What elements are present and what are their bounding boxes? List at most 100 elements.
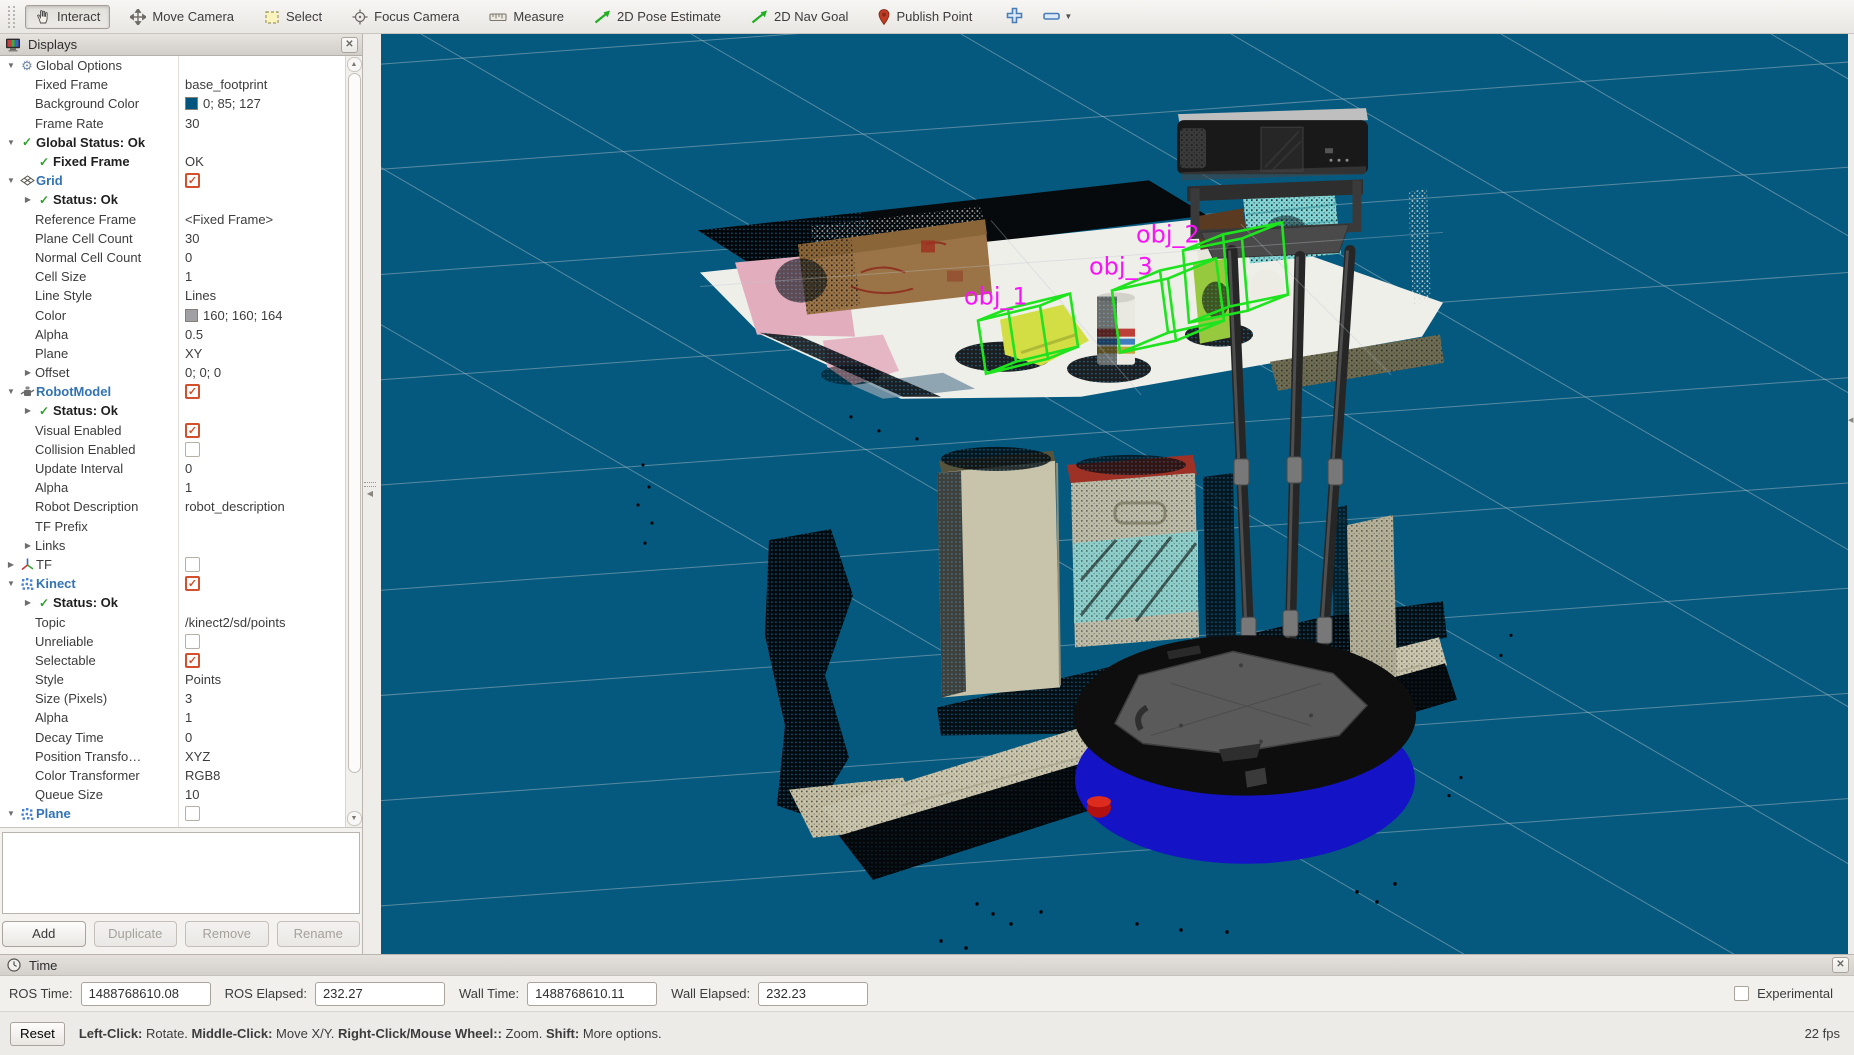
color-swatch[interactable] bbox=[185, 97, 198, 110]
time-panel-titlebar[interactable]: Time ✕ bbox=[0, 955, 1854, 976]
property-row-robotmodel[interactable]: ▼RobotModel✓ bbox=[0, 382, 345, 401]
rename-button[interactable]: Rename bbox=[277, 921, 361, 947]
property-row-reference-frame[interactable]: Reference Frame<Fixed Frame> bbox=[0, 210, 345, 229]
tool-interact[interactable]: Interact bbox=[25, 5, 110, 29]
experimental-checkbox[interactable] bbox=[1734, 986, 1749, 1001]
property-row-kinect[interactable]: ▼Kinect✓ bbox=[0, 574, 345, 593]
property-value[interactable]: 0.5 bbox=[185, 327, 203, 342]
remove-button[interactable]: Remove bbox=[185, 921, 269, 947]
panel-splitter[interactable]: ◀ bbox=[363, 34, 381, 954]
property-value[interactable]: 1 bbox=[185, 480, 192, 495]
tool-measure[interactable]: Measure bbox=[479, 5, 574, 28]
property-row-decay-time[interactable]: Decay Time0 bbox=[0, 728, 345, 747]
tool-publish-point[interactable]: Publish Point bbox=[868, 5, 982, 29]
expander-icon[interactable]: ▼ bbox=[4, 176, 18, 185]
tool-2d-pose-estimate[interactable]: 2D Pose Estimate bbox=[584, 5, 731, 28]
close-icon[interactable]: ✕ bbox=[1832, 957, 1849, 973]
property-row-line-style[interactable]: Line StyleLines bbox=[0, 286, 345, 305]
property-value[interactable]: 0 bbox=[185, 730, 192, 745]
property-row-background-color[interactable]: Background Color0; 85; 127 bbox=[0, 94, 345, 113]
enable-checkbox[interactable] bbox=[185, 557, 200, 572]
property-value[interactable]: 0; 85; 127 bbox=[203, 96, 261, 111]
scroll-down-icon[interactable]: ▼ bbox=[347, 811, 362, 826]
expander-icon[interactable]: ▶ bbox=[21, 368, 35, 377]
property-row-update-interval[interactable]: Update Interval0 bbox=[0, 459, 345, 478]
expander-icon[interactable]: ▶ bbox=[21, 406, 35, 415]
displays-panel-titlebar[interactable]: Displays ✕ bbox=[0, 34, 362, 56]
property-row-offset[interactable]: ▶Offset0; 0; 0 bbox=[0, 363, 345, 382]
property-row-tf-prefix[interactable]: TF Prefix bbox=[0, 517, 345, 536]
tool-select[interactable]: Select bbox=[254, 5, 332, 29]
property-row-queue-size[interactable]: Queue Size10 bbox=[0, 785, 345, 804]
property-row-status-ok[interactable]: ▶✓Status: Ok bbox=[0, 593, 345, 612]
property-value[interactable]: XY bbox=[185, 346, 202, 361]
property-value[interactable]: XYZ bbox=[185, 749, 210, 764]
toolbar-drag-handle[interactable] bbox=[8, 6, 15, 28]
property-value[interactable]: 3 bbox=[185, 691, 192, 706]
property-value[interactable]: <Fixed Frame> bbox=[185, 212, 273, 227]
property-row-plane-cell-count[interactable]: Plane Cell Count30 bbox=[0, 229, 345, 248]
property-row-alpha[interactable]: Alpha1 bbox=[0, 708, 345, 727]
tool-2d-nav-goal[interactable]: 2D Nav Goal bbox=[741, 5, 858, 28]
property-value[interactable]: 30 bbox=[185, 116, 199, 131]
property-row-status-ok[interactable]: ▶✓Status: Ok bbox=[0, 401, 345, 420]
property-row-color-transformer[interactable]: Color TransformerRGB8 bbox=[0, 766, 345, 785]
property-row-topic[interactable]: Topic/kinect2/sd/points bbox=[0, 612, 345, 631]
ros-elapsed-input[interactable] bbox=[315, 982, 445, 1006]
enable-checkbox[interactable]: ✓ bbox=[185, 576, 200, 591]
property-row-alpha[interactable]: Alpha1 bbox=[0, 478, 345, 497]
property-value[interactable]: 1 bbox=[185, 710, 192, 725]
ros-time-input[interactable] bbox=[81, 982, 211, 1006]
property-value[interactable]: RGB8 bbox=[185, 768, 220, 783]
property-row-fixed-frame[interactable]: ✓Fixed FrameOK bbox=[0, 152, 345, 171]
property-row-plane[interactable]: ▼Plane bbox=[0, 804, 345, 823]
property-value[interactable]: 10 bbox=[185, 787, 199, 802]
expander-icon[interactable]: ▶ bbox=[21, 195, 35, 204]
expander-icon[interactable]: ▼ bbox=[4, 579, 18, 588]
property-value[interactable]: 0 bbox=[185, 461, 192, 476]
property-row-plane[interactable]: PlaneXY bbox=[0, 344, 345, 363]
property-row-visual-enabled[interactable]: Visual Enabled✓ bbox=[0, 421, 345, 440]
expander-icon[interactable]: ▼ bbox=[4, 387, 18, 396]
property-value[interactable]: 0; 0; 0 bbox=[185, 365, 221, 380]
property-row-selectable[interactable]: Selectable✓ bbox=[0, 651, 345, 670]
property-row-position-transfo[interactable]: Position Transfo…XYZ bbox=[0, 747, 345, 766]
enable-checkbox[interactable] bbox=[185, 806, 200, 821]
remove-tool-button[interactable]: ▼ bbox=[1037, 6, 1078, 27]
property-row-collision-enabled[interactable]: Collision Enabled bbox=[0, 440, 345, 459]
property-row-size-pixels[interactable]: Size (Pixels)3 bbox=[0, 689, 345, 708]
property-row-robot-description[interactable]: Robot Descriptionrobot_description bbox=[0, 497, 345, 516]
property-row-links[interactable]: ▶Links bbox=[0, 536, 345, 555]
property-row-grid[interactable]: ▼Grid✓ bbox=[0, 171, 345, 190]
scroll-up-icon[interactable]: ▲ bbox=[347, 57, 362, 72]
property-value[interactable]: Points bbox=[185, 672, 221, 687]
color-swatch[interactable] bbox=[185, 309, 198, 322]
property-value[interactable]: OK bbox=[185, 154, 204, 169]
expander-icon[interactable]: ▼ bbox=[4, 809, 18, 818]
property-row-topic[interactable]: Topic bbox=[0, 824, 345, 828]
expander-icon[interactable]: ▼ bbox=[4, 138, 18, 147]
expander-icon[interactable]: ▶ bbox=[21, 541, 35, 550]
add-tool-button[interactable] bbox=[1000, 4, 1029, 30]
property-value[interactable]: Lines bbox=[185, 288, 216, 303]
property-row-fixed-frame[interactable]: Fixed Framebase_footprint bbox=[0, 75, 345, 94]
property-value[interactable]: robot_description bbox=[185, 499, 285, 514]
property-row-alpha[interactable]: Alpha0.5 bbox=[0, 325, 345, 344]
property-value[interactable]: /kinect2/sd/points bbox=[185, 615, 285, 630]
property-value[interactable]: 30 bbox=[185, 231, 199, 246]
property-row-style[interactable]: StylePoints bbox=[0, 670, 345, 689]
property-row-cell-size[interactable]: Cell Size1 bbox=[0, 267, 345, 286]
property-row-global-status-ok[interactable]: ▼✓Global Status: Ok bbox=[0, 133, 345, 152]
tool-move-camera[interactable]: Move Camera bbox=[120, 5, 244, 29]
expander-icon[interactable]: ▶ bbox=[4, 560, 18, 569]
enable-checkbox[interactable] bbox=[185, 634, 200, 649]
wall-elapsed-input[interactable] bbox=[758, 982, 868, 1006]
property-value[interactable]: base_footprint bbox=[185, 77, 267, 92]
property-row-color[interactable]: Color160; 160; 164 bbox=[0, 305, 345, 324]
property-row-status-ok[interactable]: ▶✓Status: Ok bbox=[0, 190, 345, 209]
expander-icon[interactable]: ▼ bbox=[4, 61, 18, 70]
property-row-frame-rate[interactable]: Frame Rate30 bbox=[0, 114, 345, 133]
property-row-tf[interactable]: ▶TF bbox=[0, 555, 345, 574]
close-icon[interactable]: ✕ bbox=[341, 37, 358, 53]
3d-viewport[interactable]: obj_1 obj_2 obj_3 bbox=[381, 34, 1848, 954]
